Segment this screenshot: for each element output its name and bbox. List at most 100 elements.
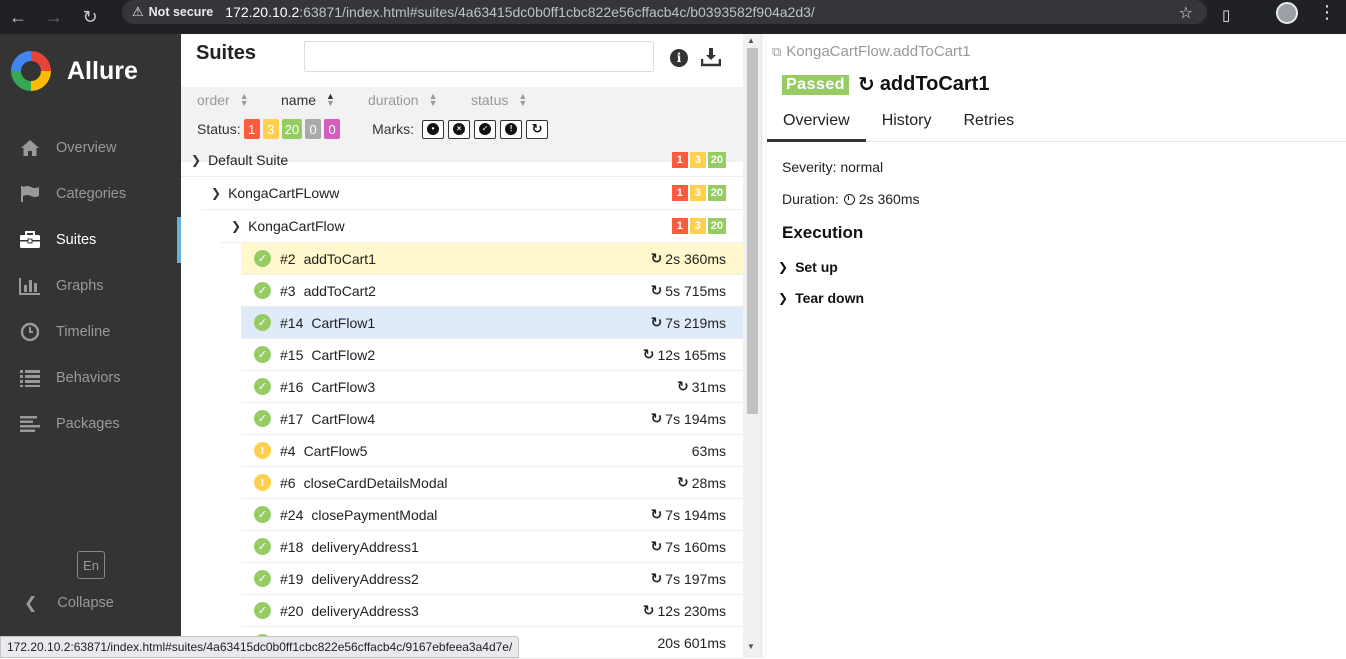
forward-icon[interactable]: → (36, 0, 72, 34)
tab-history[interactable]: History (866, 106, 948, 142)
back-icon[interactable]: ← (0, 0, 36, 34)
severity-field: Severity: normal (782, 159, 884, 175)
mark-new-failed-toggle[interactable]: × (448, 119, 471, 139)
test-row[interactable]: ✓ #15 CartFlow2 ↻ 12s 165ms (241, 339, 743, 371)
app-logo[interactable]: Allure (0, 34, 181, 108)
sidebar-nav: Overview Categories Suites Graphs Timeli… (0, 125, 181, 447)
url-path: :63871/index.html#suites/4a63415dc0b0ff1… (299, 4, 815, 20)
copy-icon[interactable]: ⧉ (772, 44, 781, 60)
mark-retries-toggle[interactable]: ↻ (526, 119, 549, 139)
status-badge: Passed (782, 74, 850, 95)
sort-order[interactable]: order ▲ ▼ (197, 91, 249, 109)
language-button[interactable]: En (77, 551, 105, 579)
mark-new-broken-toggle[interactable]: ! (500, 119, 523, 139)
mark-new-passed-toggle[interactable]: ✓ (474, 119, 497, 139)
step-set-up[interactable]: ❯ Set up (778, 259, 838, 275)
clock-icon (19, 322, 41, 342)
sidebar-item-categories[interactable]: Categories (0, 171, 181, 217)
status-failed-toggle[interactable]: 1 (243, 119, 260, 139)
info-icon[interactable]: i (670, 49, 688, 67)
sidebar-item-label: Graphs (56, 278, 104, 294)
test-row[interactable]: ✓ #14 CartFlow1 ↻ 7s 219ms (241, 307, 743, 339)
address-bar[interactable]: ⚠ Not secure 172.20.10.2:63871/index.htm… (122, 0, 1207, 24)
bookmark-star-icon[interactable]: ☆ (1179, 3, 1193, 23)
test-duration: 5s 715ms (665, 282, 726, 299)
profile-avatar[interactable] (1276, 2, 1298, 24)
test-name: CartFlow1 (311, 314, 376, 331)
test-name: CartFlow2 (311, 346, 376, 363)
execution-heading: Execution (782, 223, 864, 242)
step-tear-down[interactable]: ❯ Tear down (778, 290, 864, 306)
test-row[interactable]: ✓ #17 CartFlow4 ↻ 7s 194ms (241, 403, 743, 435)
suites-tree: ❯ Default Suite 1 3 20 ❯ KongaCartFLoww … (181, 144, 743, 659)
exclamation-circle-icon: ! (254, 474, 271, 491)
test-number: #18 (280, 538, 304, 555)
status-broken-toggle[interactable]: 3 (262, 119, 279, 139)
search-input[interactable] (304, 41, 654, 72)
breadcrumb-text: KongaCartFlow.addToCart1 (786, 43, 971, 60)
clock-icon (843, 193, 855, 205)
sidebar-item-overview[interactable]: Overview (0, 125, 181, 171)
test-duration-cell: ↻ 31ms (677, 378, 726, 395)
test-row[interactable]: ✓ #2 addToCart1 ↻ 2s 360ms (241, 243, 743, 275)
scrollbar-thumb[interactable] (747, 48, 758, 414)
sidebar-item-timeline[interactable]: Timeline (0, 309, 181, 355)
test-row[interactable]: ✓ #20 deliveryAddress3 ↻ 12s 230ms (241, 595, 743, 627)
reload-icon[interactable]: ↻ (72, 0, 108, 34)
exclamation-circle-icon: ! (505, 123, 518, 135)
test-duration: 63ms (691, 442, 726, 459)
test-duration-cell: ↻ 28ms (677, 474, 726, 491)
sidebar-item-label: Suites (56, 232, 97, 248)
security-indicator[interactable]: ⚠ Not secure (132, 4, 213, 20)
list-icon (19, 369, 41, 387)
failed-count: 1 (671, 185, 688, 201)
test-row[interactable]: ✓ #18 deliveryAddress1 ↻ 7s 160ms (241, 531, 743, 563)
sidebar: Allure Overview Categories Suites Graphs (0, 34, 181, 658)
sort-duration[interactable]: duration ▲ ▼ (368, 92, 438, 109)
tab-overview[interactable]: Overview (767, 106, 866, 142)
group-counts: 1 3 20 (670, 218, 726, 234)
extensions-icon[interactable]: ▯ (1222, 6, 1242, 24)
security-label: Not secure (148, 5, 214, 19)
test-duration: 7s 197ms (665, 570, 726, 587)
scroll-down-icon[interactable]: ▼ (747, 642, 755, 651)
test-duration-cell: ↻ 7s 194ms (651, 506, 726, 523)
tree-group-default-suite[interactable]: ❯ Default Suite 1 3 20 (181, 144, 743, 177)
download-icon[interactable] (700, 47, 722, 67)
collapse-button[interactable]: ❮ Collapse (24, 593, 114, 613)
mark-flaky-toggle[interactable]: • (422, 119, 445, 139)
passed-count: 20 (707, 152, 726, 168)
tree-group-kongacartflow[interactable]: ❯ KongaCartFlow 1 3 20 (221, 210, 743, 243)
sidebar-item-graphs[interactable]: Graphs (0, 263, 181, 309)
tab-retries[interactable]: Retries (947, 106, 1030, 142)
refresh-icon: ↻ (650, 282, 663, 298)
test-duration-cell: ↻ 7s 160ms (651, 538, 726, 555)
sort-status[interactable]: status ▲ ▼ (471, 92, 527, 109)
passed-count: 20 (707, 185, 726, 201)
test-title-row: Passed ↻ addToCart1 (782, 72, 989, 97)
check-circle-icon: ✓ (254, 282, 271, 299)
tree-group-kongacartfloww[interactable]: ❯ KongaCartFLoww 1 3 20 (201, 177, 743, 210)
scroll-up-icon[interactable]: ▲ (747, 36, 755, 45)
status-skipped-toggle[interactable]: 0 (305, 119, 322, 139)
sidebar-item-label: Categories (56, 186, 127, 202)
test-row[interactable]: ✓ #19 deliveryAddress2 ↻ 7s 197ms (241, 563, 743, 595)
sort-name[interactable]: name ▲ ▼ (281, 92, 335, 109)
test-row[interactable]: ✓ #16 CartFlow3 ↻ 31ms (241, 371, 743, 403)
group-counts: 1 3 20 (670, 185, 726, 201)
sidebar-item-suites[interactable]: Suites (0, 217, 181, 263)
sort-icon: ▲ ▼ (239, 91, 249, 108)
sidebar-item-behaviors[interactable]: Behaviors (0, 355, 181, 401)
status-unknown-toggle[interactable]: 0 (324, 119, 341, 139)
sidebar-item-packages[interactable]: Packages (0, 401, 181, 447)
test-row[interactable]: ! #4 CartFlow5 63ms (241, 435, 743, 467)
test-row[interactable]: ! #6 closeCardDetailsModal ↻ 28ms (241, 467, 743, 499)
browser-menu-icon[interactable]: ⋮ (1318, 2, 1336, 23)
status-passed-toggle[interactable]: 20 (281, 119, 303, 139)
test-row[interactable]: ✓ #3 addToCart2 ↻ 5s 715ms (241, 275, 743, 307)
refresh-icon: ↻ (650, 314, 663, 330)
test-row[interactable]: ✓ #24 closePaymentModal ↻ 7s 194ms (241, 499, 743, 531)
suites-scrollbar[interactable]: ▲ ▼ (743, 34, 761, 658)
flag-icon (19, 185, 41, 203)
test-duration: 2s 360ms (665, 250, 726, 267)
